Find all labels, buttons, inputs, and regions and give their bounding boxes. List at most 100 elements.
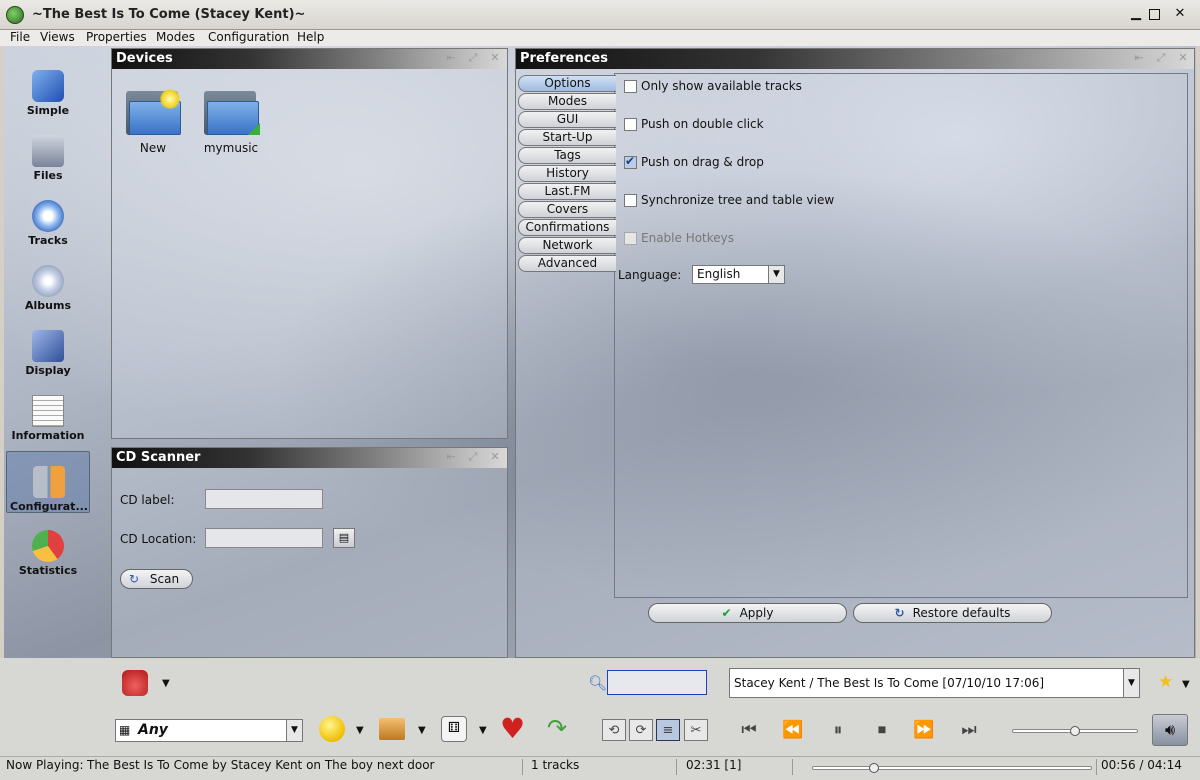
forward-arrow-icon[interactable]: ↷ xyxy=(547,714,567,742)
undock-icon[interactable]: ⇤ xyxy=(444,51,458,65)
menu-modes[interactable]: Modes xyxy=(156,30,195,44)
cube-icon xyxy=(32,70,64,102)
minimize-icon[interactable]: ▁ xyxy=(1128,7,1144,23)
pause-icon[interactable]: ⏸ xyxy=(824,719,852,741)
perspective-albums[interactable]: Albums xyxy=(6,251,90,313)
devices-title: Devices xyxy=(116,51,173,66)
tab-start-up[interactable]: Start-Up xyxy=(518,129,616,146)
apply-button[interactable]: ✔ Apply xyxy=(648,603,847,623)
restore-defaults-button[interactable]: ↻ Restore defaults xyxy=(853,603,1052,623)
devices-panel-header: Devices ⇤ ⤢ ✕ xyxy=(112,49,507,69)
position-slider[interactable] xyxy=(812,766,1092,770)
total-time: 02:31 [1] xyxy=(686,758,742,772)
only-available-label: Only show available tracks xyxy=(641,79,802,93)
tab-modes[interactable]: Modes xyxy=(518,93,616,110)
perspective-display[interactable]: Display xyxy=(6,316,90,378)
perspective-information[interactable]: Information xyxy=(6,381,90,443)
tab-network[interactable]: Network xyxy=(518,237,616,254)
webradio-dropdown-icon[interactable]: ▼ xyxy=(162,678,170,689)
cd-stack-icon xyxy=(32,265,64,297)
preferences-panel: Preferences ⇤ ⤢ ✕ xyxy=(515,48,1195,658)
preferences-title: Preferences xyxy=(520,51,608,66)
history-select[interactable]: Stacey Kent / The Best Is To Come [07/10… xyxy=(729,668,1140,698)
close-icon[interactable]: ✕ xyxy=(1172,7,1188,23)
repeat-icon[interactable]: ⟲ xyxy=(602,719,626,741)
language-select[interactable]: English ▼ xyxy=(692,265,785,284)
chevron-down-icon: ▼ xyxy=(1123,669,1139,697)
only-available-checkbox[interactable] xyxy=(624,80,637,93)
previous-track-icon[interactable]: ⏮ xyxy=(735,719,763,741)
cd-scanner-header: CD Scanner ⇤ ⤢ ✕ xyxy=(112,448,507,468)
now-playing-text: The Best Is To Come by Stacey Kent on Th… xyxy=(87,758,435,772)
rewind-icon[interactable]: ⏪ xyxy=(779,719,807,741)
stop-icon[interactable]: ⏹ xyxy=(868,719,896,741)
tracks-count: 1 tracks xyxy=(531,758,580,772)
enable-hotkeys-checkbox[interactable] xyxy=(624,232,637,245)
smiley-dropdown-icon[interactable]: ▼ xyxy=(356,725,364,736)
close-panel-icon[interactable]: ✕ xyxy=(488,450,502,464)
maximize-panel-icon[interactable]: ⤢ xyxy=(1154,51,1168,65)
push-double-click-label: Push on double click xyxy=(641,117,764,131)
fast-forward-icon[interactable]: ⏩ xyxy=(910,719,938,741)
continue-icon[interactable]: ≡ xyxy=(656,719,680,741)
sync-tree-checkbox[interactable] xyxy=(624,194,637,207)
tab-advanced[interactable]: Advanced xyxy=(518,255,616,272)
volume-knob[interactable] xyxy=(1070,726,1080,736)
menu-help[interactable]: Help xyxy=(297,30,324,44)
dice-dropdown-icon[interactable]: ▼ xyxy=(479,725,487,736)
maximize-panel-icon[interactable]: ⤢ xyxy=(466,51,480,65)
close-panel-icon[interactable]: ✕ xyxy=(488,51,502,65)
cd-label-input[interactable] xyxy=(205,489,323,509)
perspective-simple[interactable]: Simple xyxy=(6,56,90,118)
dice-icon[interactable]: ⚅ xyxy=(441,716,467,742)
repeat-all-icon[interactable]: ⟳ xyxy=(629,719,653,741)
tab-gui[interactable]: GUI xyxy=(518,111,616,128)
menu-configuration[interactable]: Configuration xyxy=(208,30,289,44)
perspective-tracks[interactable]: Tracks xyxy=(6,186,90,248)
menu-properties[interactable]: Properties xyxy=(86,30,147,44)
title-bar: ~The Best Is To Come (Stacey Kent)~ ▁ ✕ xyxy=(0,0,1200,30)
now-playing-label: Now Playing: xyxy=(6,758,84,772)
next-track-icon[interactable]: ⏭ xyxy=(955,719,983,741)
search-icon: 🔍︎ xyxy=(588,674,608,692)
tab-lastfm[interactable]: Last.FM xyxy=(518,183,616,200)
star-icon[interactable]: ★ xyxy=(1158,672,1173,692)
heart-icon[interactable]: ♥ xyxy=(500,712,525,745)
webradio-icon[interactable] xyxy=(122,670,148,696)
tab-confirmations[interactable]: Confirmations xyxy=(518,219,616,236)
perspective-configuration[interactable]: Configurat... xyxy=(6,451,90,513)
position-knob[interactable] xyxy=(868,763,879,773)
maximize-panel-icon[interactable]: ⤢ xyxy=(466,450,480,464)
undock-icon[interactable]: ⇤ xyxy=(444,450,458,464)
search-input[interactable] xyxy=(607,670,707,695)
tab-history[interactable]: History xyxy=(518,165,616,182)
perspective-statistics[interactable]: Statistics xyxy=(6,516,90,578)
menu-file[interactable]: File xyxy=(10,30,30,44)
star-dropdown-icon[interactable]: ▼ xyxy=(1182,679,1190,690)
pie-chart-icon xyxy=(32,530,64,562)
tab-covers[interactable]: Covers xyxy=(518,201,616,218)
ambience-select[interactable]: ▦ Any ▼ xyxy=(115,719,303,742)
box-icon[interactable] xyxy=(379,718,405,740)
devices-panel: Devices ⇤ ⤢ ✕ New mymusic xyxy=(111,48,508,439)
close-panel-icon[interactable]: ✕ xyxy=(1176,51,1190,65)
tab-tags[interactable]: Tags xyxy=(518,147,616,164)
box-dropdown-icon[interactable]: ▼ xyxy=(418,725,426,736)
menu-views[interactable]: Views xyxy=(40,30,75,44)
preferences-header: Preferences ⇤ ⤢ ✕ xyxy=(516,49,1194,69)
intro-icon[interactable]: ✂ xyxy=(684,719,708,741)
perspective-files[interactable]: Files xyxy=(6,121,90,183)
push-double-click-checkbox[interactable] xyxy=(624,118,637,131)
cd-location-input[interactable] xyxy=(205,528,323,548)
magnifier-icon xyxy=(32,330,64,362)
browse-folder-icon[interactable]: ▤ xyxy=(333,528,355,548)
maximize-icon[interactable] xyxy=(1149,9,1160,20)
smiley-icon[interactable] xyxy=(319,716,345,742)
tab-options[interactable]: Options xyxy=(518,75,616,92)
refresh-icon: ↻ xyxy=(894,606,905,620)
scan-button[interactable]: ↻ Scan xyxy=(120,569,193,589)
push-drag-drop-checkbox[interactable] xyxy=(624,154,637,169)
undock-icon[interactable]: ⇤ xyxy=(1132,51,1146,65)
folder-icon xyxy=(204,87,260,135)
speaker-icon[interactable]: 🔊︎ xyxy=(1152,714,1188,746)
